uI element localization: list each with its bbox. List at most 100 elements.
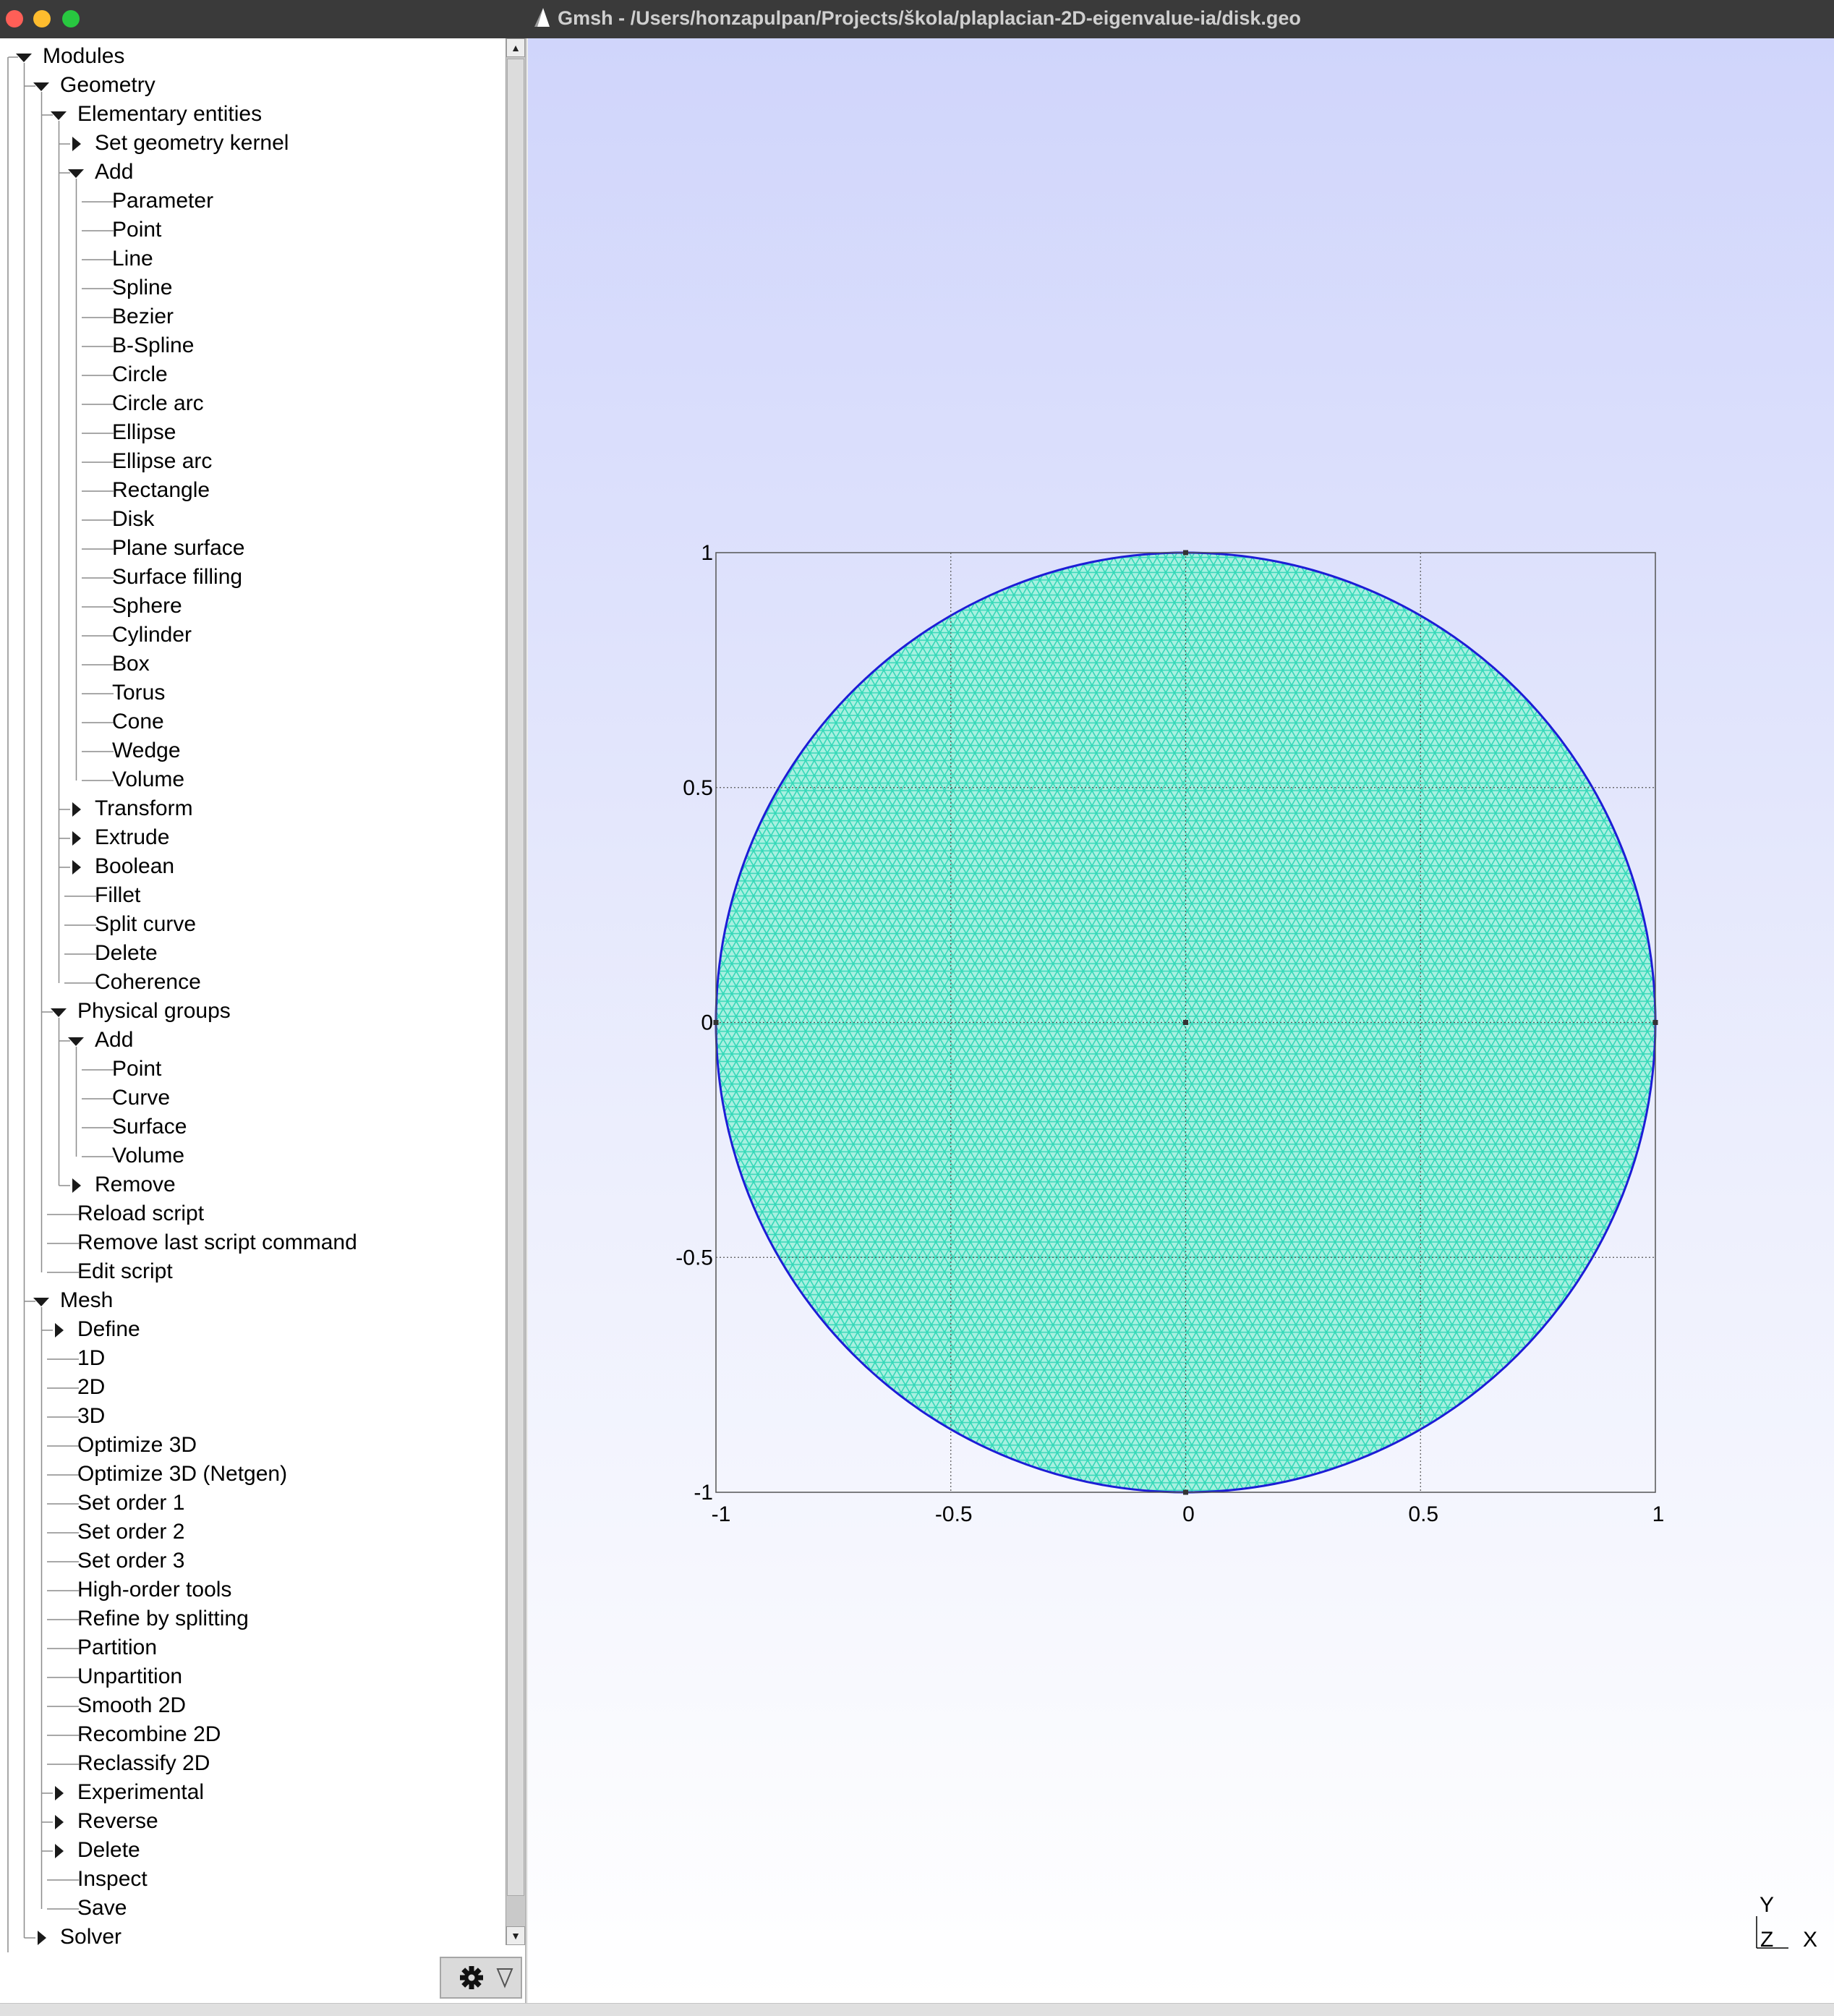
tree-item-reclassify-2d[interactable]: Reclassify 2D xyxy=(77,1751,210,1777)
tree-item-b-spline[interactable]: B-Spline xyxy=(112,333,194,359)
tree-item-smooth-2d[interactable]: Smooth 2D xyxy=(77,1693,186,1719)
tree-scrollbar[interactable]: ▲ ▼ xyxy=(506,38,525,1945)
tree-item-unpartition[interactable]: Unpartition xyxy=(77,1664,182,1690)
tree-item-boolean[interactable]: Boolean xyxy=(95,854,174,880)
collapse-arrow-icon[interactable] xyxy=(33,1298,49,1306)
expand-arrow-icon[interactable] xyxy=(38,1931,46,1945)
tree-item-plane-surface[interactable]: Plane surface xyxy=(112,535,244,561)
expand-arrow-icon[interactable] xyxy=(55,1844,64,1858)
tree-item-ellipse[interactable]: Ellipse xyxy=(112,420,176,446)
geometry-point[interactable] xyxy=(1183,550,1188,556)
tree-item-disk[interactable]: Disk xyxy=(112,506,154,532)
tree-item-volume[interactable]: Volume xyxy=(112,1143,184,1169)
collapse-arrow-icon[interactable] xyxy=(68,1037,84,1046)
tree-item-coherence[interactable]: Coherence xyxy=(95,969,201,995)
tree-item-mesh[interactable]: Mesh xyxy=(60,1288,113,1314)
tree-item-remove-last-script-command[interactable]: Remove last script command xyxy=(77,1230,357,1256)
tree-item-solver[interactable]: Solver xyxy=(60,1924,121,1950)
title-bar: Gmsh - /Users/honzapulpan/Projects/škola… xyxy=(0,0,1834,38)
tree-item-optimize-3d[interactable]: Optimize 3D xyxy=(77,1432,197,1458)
tree-item-reverse[interactable]: Reverse xyxy=(77,1808,158,1834)
expand-arrow-icon[interactable] xyxy=(72,831,81,846)
geometry-point[interactable] xyxy=(713,1020,719,1025)
tree-item-set-geometry-kernel[interactable]: Set geometry kernel xyxy=(95,130,289,156)
tree-item-reload-script[interactable]: Reload script xyxy=(77,1201,204,1227)
geometry-point[interactable] xyxy=(1183,1489,1188,1495)
expand-arrow-icon[interactable] xyxy=(72,137,81,151)
tree-item-high-order-tools[interactable]: High-order tools xyxy=(77,1577,231,1603)
settings-button[interactable] xyxy=(440,1957,522,1999)
tree-item-point[interactable]: Point xyxy=(112,1056,161,1082)
graphic-window[interactable]: -1 -0.5 0 0.5 1 1 0.5 0 -0.5 -1 YZ X xyxy=(528,38,1834,2003)
scrollbar-thumb[interactable] xyxy=(507,59,524,1896)
tree-item-delete[interactable]: Delete xyxy=(95,940,158,966)
tree-item-remove[interactable]: Remove xyxy=(95,1172,176,1198)
tree-item-add[interactable]: Add xyxy=(95,1027,133,1053)
tree-item-volume[interactable]: Volume xyxy=(112,767,184,793)
tree-item-point[interactable]: Point xyxy=(112,217,161,243)
tree-item-geometry[interactable]: Geometry xyxy=(60,72,155,98)
tree-item-set-order-3[interactable]: Set order 3 xyxy=(77,1548,184,1574)
tree-item-surface[interactable]: Surface xyxy=(112,1114,187,1140)
expand-arrow-icon[interactable] xyxy=(72,860,81,875)
tree-item-line[interactable]: Line xyxy=(112,246,153,272)
tree-item-2d[interactable]: 2D xyxy=(77,1374,105,1400)
scroll-down-button[interactable]: ▼ xyxy=(506,1926,525,1945)
tree-item-circle[interactable]: Circle xyxy=(112,362,168,388)
tree-item-wedge[interactable]: Wedge xyxy=(112,738,181,764)
triangle-down-icon xyxy=(496,1968,513,1989)
geometry-point[interactable] xyxy=(1652,1020,1658,1025)
expand-arrow-icon[interactable] xyxy=(55,1786,64,1800)
tree-item-extrude[interactable]: Extrude xyxy=(95,825,169,851)
tree-item-recombine-2d[interactable]: Recombine 2D xyxy=(77,1722,221,1748)
tree-item-sphere[interactable]: Sphere xyxy=(112,593,182,619)
tree-item-delete[interactable]: Delete xyxy=(77,1837,140,1863)
scroll-up-button[interactable]: ▲ xyxy=(506,38,525,57)
tree-connector-lines xyxy=(7,54,114,1952)
tree-item-cone[interactable]: Cone xyxy=(112,709,164,735)
tree-item-set-order-1[interactable]: Set order 1 xyxy=(77,1490,184,1516)
tree-item-1d[interactable]: 1D xyxy=(77,1345,105,1371)
tree-item-define[interactable]: Define xyxy=(77,1317,140,1343)
expand-arrow-icon[interactable] xyxy=(55,1323,64,1337)
expand-arrow-icon[interactable] xyxy=(72,1178,81,1193)
tree-item-rectangle[interactable]: Rectangle xyxy=(112,477,210,503)
tree-item-physical-groups[interactable]: Physical groups xyxy=(77,998,231,1024)
expand-arrow-icon[interactable] xyxy=(72,802,81,817)
tree-item-3d[interactable]: 3D xyxy=(77,1403,105,1429)
tree-item-spline[interactable]: Spline xyxy=(112,275,172,301)
tree-item-ellipse-arc[interactable]: Ellipse arc xyxy=(112,448,212,475)
expand-arrow-icon[interactable] xyxy=(55,1815,64,1829)
tree-item-partition[interactable]: Partition xyxy=(77,1635,157,1661)
collapse-arrow-icon[interactable] xyxy=(16,54,32,62)
gmsh-logo-icon xyxy=(534,8,550,27)
tree-item-edit-script[interactable]: Edit script xyxy=(77,1259,173,1285)
tree-item-experimental[interactable]: Experimental xyxy=(77,1779,204,1806)
z-axis-glyph-label: Z xyxy=(1760,1928,1773,1952)
tree-item-optimize-3d-netgen[interactable]: Optimize 3D (Netgen) xyxy=(77,1461,287,1487)
tree-item-refine-by-splitting[interactable]: Refine by splitting xyxy=(77,1606,249,1632)
tree-item-torus[interactable]: Torus xyxy=(112,680,165,706)
tree-item-modules[interactable]: Modules xyxy=(43,43,124,69)
tree-item-cylinder[interactable]: Cylinder xyxy=(112,622,192,648)
tree-item-elementary-entities[interactable]: Elementary entities xyxy=(77,101,262,127)
collapse-arrow-icon[interactable] xyxy=(51,1008,67,1017)
tree-item-bezier[interactable]: Bezier xyxy=(112,304,174,330)
tree-item-add[interactable]: Add xyxy=(95,159,133,185)
tree-item-fillet[interactable]: Fillet xyxy=(95,882,140,909)
tree-item-transform[interactable]: Transform xyxy=(95,796,193,822)
tree-item-box[interactable]: Box xyxy=(112,651,150,677)
tree-item-circle-arc[interactable]: Circle arc xyxy=(112,391,204,417)
tree-item-surface-filling[interactable]: Surface filling xyxy=(112,564,242,590)
tree-item-inspect[interactable]: Inspect xyxy=(77,1866,148,1892)
collapse-arrow-icon[interactable] xyxy=(51,111,67,120)
tree-item-split-curve[interactable]: Split curve xyxy=(95,911,196,937)
geometry-point[interactable] xyxy=(1183,1020,1188,1025)
collapse-arrow-icon[interactable] xyxy=(68,169,84,178)
collapse-arrow-icon[interactable] xyxy=(33,82,49,91)
tree-item-parameter[interactable]: Parameter xyxy=(112,188,213,214)
tree-item-curve[interactable]: Curve xyxy=(112,1085,170,1111)
tree-item-save[interactable]: Save xyxy=(77,1895,127,1921)
tree-item-set-order-2[interactable]: Set order 2 xyxy=(77,1519,184,1545)
mesh-viewport[interactable]: -1 -0.5 0 0.5 1 1 0.5 0 -0.5 -1 YZ X xyxy=(528,38,1834,2003)
